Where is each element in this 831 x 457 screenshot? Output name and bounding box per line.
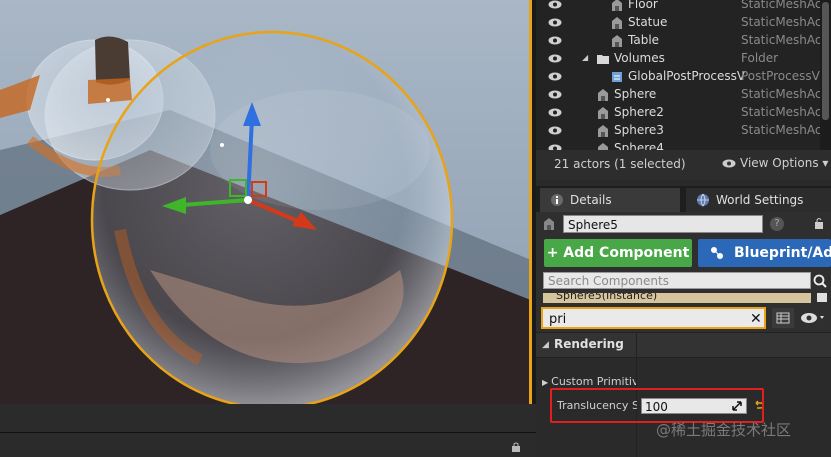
outliner-row-type: StaticMeshAc: [741, 33, 821, 47]
instance-label: Sphere5(Instance): [556, 293, 658, 302]
outliner-row[interactable]: Sphere2 StaticMeshAc: [536, 104, 821, 122]
outliner-scrollbar[interactable]: [820, 0, 831, 150]
component-tree-root[interactable]: Sphere5(Instance): [543, 293, 811, 303]
outliner-row[interactable]: GlobalPostProcessV PostProcessV: [536, 68, 821, 86]
level-viewport[interactable]: [0, 0, 531, 404]
add-component-button[interactable]: + Add Component ▾: [544, 239, 692, 288]
blueprint-icon: [711, 247, 723, 259]
outliner-row-type: StaticMeshAc: [741, 0, 821, 11]
expand-arrow-icon: ▶: [542, 378, 549, 387]
static-mesh-icon: [612, 35, 622, 47]
tab-world-settings-label: World Settings: [716, 193, 804, 207]
static-mesh-icon: [612, 0, 622, 11]
viewport-scene: [0, 0, 531, 404]
outliner-row[interactable]: Sphere3 StaticMeshAc: [536, 122, 821, 140]
eye-icon[interactable]: [548, 54, 562, 63]
tab-details[interactable]: Details: [540, 188, 680, 212]
outliner-row-type: StaticMeshAc: [741, 87, 821, 101]
outliner-row[interactable]: Statue StaticMeshAc: [536, 14, 821, 32]
actor-count: 21 actors (1 selected): [554, 157, 686, 171]
blueprint-add-script-button[interactable]: Blueprint/Ad: [698, 239, 831, 267]
folder-icon: [597, 55, 609, 64]
plus-icon: +: [546, 245, 559, 261]
outliner-row-type: StaticMeshAc: [741, 105, 821, 119]
outliner-row-type: PostProcessV: [741, 69, 820, 83]
eye-icon[interactable]: [548, 90, 562, 99]
eye-icon[interactable]: [548, 72, 562, 81]
outliner-row-name: Sphere2: [614, 105, 664, 119]
static-mesh-icon: [598, 107, 608, 119]
outliner-row-type: StaticMeshAc: [741, 15, 821, 29]
outliner-row[interactable]: ◢ Volumes Folder: [536, 50, 821, 68]
view-options-button[interactable]: View Options ▾: [722, 156, 828, 170]
globe-icon: [697, 193, 709, 207]
search-icon[interactable]: [812, 273, 828, 289]
watermark-text: @稀土掘金技术社区: [656, 421, 792, 439]
outliner-row-name: Statue: [628, 15, 668, 29]
tree-scroll-thumb[interactable]: [817, 293, 827, 302]
outliner-row-name: GlobalPostProcessV: [628, 69, 746, 83]
static-mesh-icon: [598, 89, 608, 101]
collapse-arrow-icon: ◢: [542, 340, 549, 350]
eye-icon[interactable]: [548, 36, 562, 45]
add-component-label: Add Component: [563, 245, 690, 261]
outliner-row-name: Floor: [628, 0, 658, 11]
viewport-bottom-bar: [0, 404, 536, 457]
static-mesh-icon: [598, 125, 608, 137]
static-mesh-icon: [544, 218, 554, 230]
help-icon[interactable]: ?: [770, 217, 784, 231]
custom-primitive-label: Custom Primitiv: [551, 375, 636, 388]
outliner-row-type: Folder: [741, 51, 779, 65]
filter-text: pri: [549, 312, 567, 327]
rendering-category-label: Rendering: [554, 337, 624, 351]
clear-filter-icon[interactable]: ✕: [750, 311, 762, 327]
outliner-row[interactable]: Floor StaticMeshAc: [536, 0, 821, 14]
property-matrix-icon[interactable]: [772, 308, 794, 328]
search-components-input[interactable]: Search Components: [543, 272, 811, 289]
post-process-icon: [612, 72, 622, 82]
eye-icon[interactable]: [548, 126, 562, 135]
tab-world-settings[interactable]: World Settings: [686, 188, 831, 212]
eye-icon[interactable]: [548, 18, 562, 27]
visibility-options-icon[interactable]: [798, 308, 828, 328]
eye-icon: [722, 159, 736, 168]
blueprint-label: Blueprint/Ad: [734, 245, 831, 261]
annotation-highlight-box: [550, 388, 764, 423]
outliner-row-type: StaticMeshAc: [741, 123, 821, 137]
info-icon: [551, 194, 563, 206]
world-outliner: Floor StaticMeshAc Statue StaticMeshAc Table…: [536, 0, 831, 155]
tab-details-label: Details: [570, 193, 612, 207]
eye-icon[interactable]: [548, 108, 562, 117]
lock-icon[interactable]: [814, 217, 824, 229]
view-options-label: View Options: [740, 156, 819, 170]
outliner-row-name: Sphere: [614, 87, 657, 101]
panel-tabs: Details World Settings: [536, 186, 831, 212]
outliner-row[interactable]: Sphere StaticMeshAc: [536, 86, 821, 104]
outliner-row-name: Table: [628, 33, 660, 47]
eye-icon[interactable]: [548, 0, 562, 9]
viewport-selection-border: [529, 0, 532, 404]
object-name-field[interactable]: Sphere5: [563, 215, 763, 233]
outliner-footer: 21 actors (1 selected) View Options ▾: [536, 150, 831, 180]
outliner-row-name: Sphere3: [614, 123, 664, 137]
static-mesh-icon: [612, 17, 622, 29]
outliner-row[interactable]: Table StaticMeshAc: [536, 32, 821, 50]
lock-icon[interactable]: [511, 442, 521, 452]
rendering-category-header[interactable]: ◢ Rendering: [536, 332, 831, 358]
collapse-arrow-icon[interactable]: ◢: [582, 53, 588, 62]
outliner-row-name: Volumes: [614, 51, 665, 65]
details-filter-input[interactable]: pri ✕: [541, 307, 766, 329]
custom-primitive-data-row[interactable]: ▶ Custom Primitiv: [542, 375, 636, 388]
